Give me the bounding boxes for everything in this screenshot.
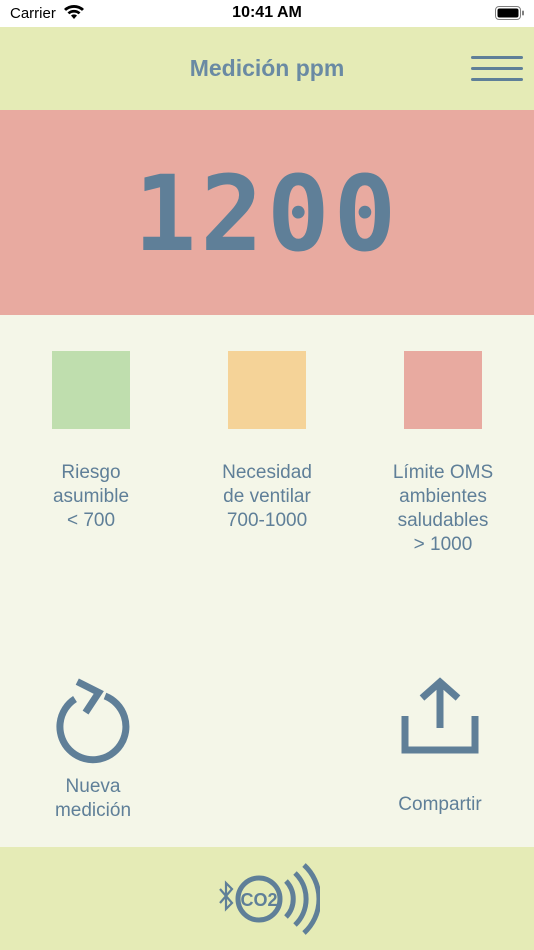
hamburger-icon [471, 78, 523, 81]
status-bar: Carrier 10:41 AM [0, 0, 534, 27]
co2-logo-text: CO2 [240, 890, 277, 910]
clock: 10:41 AM [232, 4, 302, 21]
page-title: Medición ppm [189, 55, 345, 81]
hamburger-icon [471, 67, 523, 70]
legend-label-high: Límite OMS ambientes saludables > 1000 [392, 462, 494, 555]
legend-label-low: Riesgo asumible < 700 [52, 462, 130, 531]
nav-bar: Medición ppm [0, 27, 534, 110]
legend-item-medium: Necesidad de ventilar 700-1000 [192, 351, 342, 533]
legend-label-medium: Necesidad de ventilar 700-1000 [222, 462, 312, 531]
legend-item-low: Riesgo asumible < 700 [16, 351, 166, 533]
battery-icon [495, 6, 525, 26]
legend-swatch-medium [228, 351, 306, 429]
new-measurement-label: Nueva medición [54, 776, 132, 821]
menu-button[interactable] [471, 54, 525, 84]
new-measurement-button[interactable]: Nueva medición [33, 672, 153, 823]
ppm-value: 1200 [133, 153, 401, 275]
share-label: Compartir [398, 794, 482, 815]
legend-item-high: Límite OMS ambientes saludables > 1000 [368, 351, 518, 557]
reading-panel: 1200 [0, 110, 534, 315]
legend-swatch-high [404, 351, 482, 429]
refresh-icon [33, 672, 153, 769]
footer: CO2 [0, 847, 534, 950]
hamburger-icon [471, 56, 523, 59]
share-icon [380, 676, 500, 763]
legend-swatch-low [52, 351, 130, 429]
bluetooth-co2-icon[interactable]: CO2 [214, 863, 322, 940]
share-button[interactable]: Compartir [380, 676, 500, 817]
